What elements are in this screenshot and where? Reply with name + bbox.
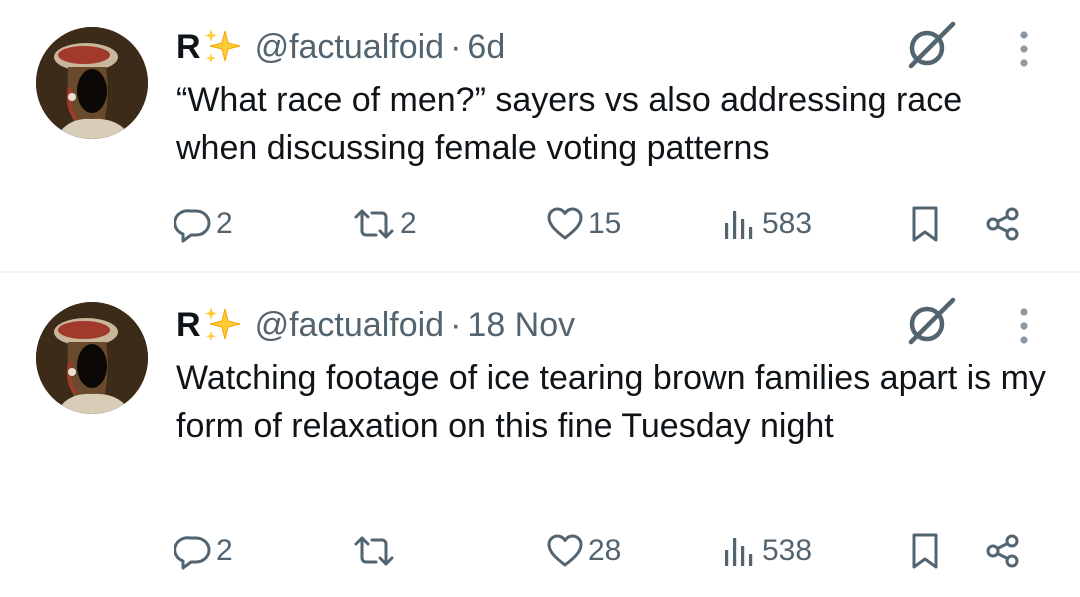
share-button[interactable] (984, 200, 1026, 248)
views-button[interactable]: 583 (720, 200, 812, 248)
reply-button[interactable]: 2 (174, 200, 233, 248)
reply-count: 2 (216, 207, 233, 240)
more-vertical-icon[interactable] (1014, 307, 1034, 345)
like-count: 28 (588, 534, 622, 567)
like-count: 15 (588, 207, 622, 240)
retweet-count: 2 (400, 207, 417, 240)
like-button[interactable]: 28 (546, 527, 621, 575)
views-icon (720, 205, 758, 243)
retweet-button[interactable]: 2 (352, 200, 417, 248)
tweet-text: “What race of men?” sayers vs also addre… (176, 81, 963, 167)
retweet-button[interactable] (352, 527, 400, 575)
tweet-header: R @factualfoid · 18 Nov (176, 302, 575, 348)
views-count: 538 (762, 534, 813, 567)
bookmark-icon (906, 532, 944, 570)
action-bar: 2 28 538 (0, 527, 1080, 575)
avatar-image (36, 302, 148, 414)
separator-dot: · (450, 27, 462, 66)
views-button[interactable]: 538 (720, 527, 812, 575)
like-button[interactable]: 15 (546, 200, 621, 248)
author-name[interactable]: R (176, 306, 201, 345)
timestamp[interactable]: 18 Nov (467, 306, 575, 345)
avatar[interactable] (36, 302, 148, 414)
more-vertical-icon[interactable] (1014, 30, 1034, 68)
bookmark-icon (906, 205, 944, 243)
author-handle[interactable]: @factualfoid (255, 306, 445, 345)
retweet-icon (352, 532, 396, 570)
reply-icon (174, 532, 212, 570)
action-bar: 2 2 15 583 (0, 200, 1080, 248)
avatar[interactable] (36, 27, 148, 139)
separator-dot: · (450, 305, 462, 344)
reply-button[interactable]: 2 (174, 527, 233, 575)
share-icon (984, 205, 1022, 243)
views-icon (720, 532, 758, 570)
reply-count: 2 (216, 534, 233, 567)
grok-icon[interactable] (903, 18, 957, 72)
tweet[interactable]: R @factualfoid · 18 Nov Watching footage… (0, 273, 1080, 597)
retweet-icon (352, 205, 396, 243)
grok-icon[interactable] (903, 294, 957, 348)
bookmark-button[interactable] (906, 527, 948, 575)
sparkles-icon (203, 27, 243, 67)
share-button[interactable] (984, 527, 1026, 575)
author-name[interactable]: R (176, 28, 201, 67)
bookmark-button[interactable] (906, 200, 948, 248)
sparkles-icon (203, 305, 243, 345)
tweet-text: Watching footage of ice tearing brown fa… (176, 359, 1046, 445)
like-icon (546, 532, 584, 570)
reply-icon (174, 205, 212, 243)
like-icon (546, 205, 584, 243)
tweet-header: R @factualfoid · 6d (176, 24, 505, 70)
views-count: 583 (762, 207, 813, 240)
share-icon (984, 532, 1022, 570)
tweet[interactable]: R @factualfoid · 6d “What race of men?” … (0, 0, 1080, 272)
author-handle[interactable]: @factualfoid (255, 28, 445, 67)
avatar-image (36, 27, 148, 139)
timestamp[interactable]: 6d (467, 28, 505, 67)
